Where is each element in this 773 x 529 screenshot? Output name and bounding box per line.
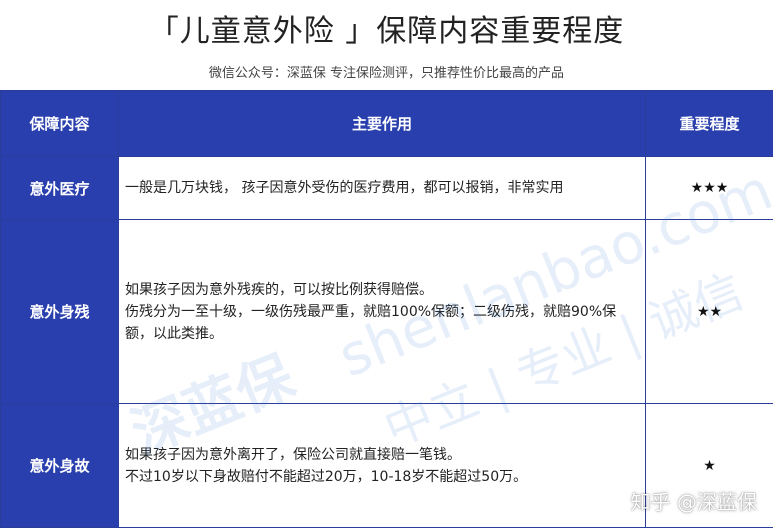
- importance-stars: ★★★: [645, 155, 773, 221]
- coverage-description: 如果孩子因为意外离开了，保险公司就直接赔一笔钱。 不过10岁以下身故赔付不能超过…: [118, 403, 646, 528]
- column-header-function: 主要作用: [118, 90, 646, 157]
- coverage-table: 保障内容 主要作用 重要程度 意外医疗 一般是几万块钱， 孩子因意外受伤的医疗费…: [0, 90, 773, 528]
- table-row: 意外身残 如果孩子因为意外残疾的，可以按比例获得赔偿。 伤残分为一至十级，一级伤…: [0, 219, 773, 405]
- column-header-importance: 重要程度: [645, 90, 773, 157]
- column-header-coverage: 保障内容: [0, 90, 119, 157]
- page-title: 「儿童意外险 」保障内容重要程度: [148, 14, 625, 49]
- description-line: 一般是几万块钱， 孩子因意外受伤的医疗费用，都可以报销，非常实用: [125, 180, 564, 197]
- description-line: 不过10岁以下身故赔付不能超过20万，10-18岁不能超过50万。: [125, 468, 528, 485]
- importance-stars: ★: [645, 403, 773, 528]
- table-row: 意外医疗 一般是几万块钱， 孩子因意外受伤的医疗费用，都可以报销，非常实用 ★★…: [0, 155, 773, 221]
- table-header-row: 保障内容 主要作用 重要程度: [0, 90, 773, 157]
- description-line: 伤残分为一至十级，一级伤残最严重，就赔100%保额；二级伤残，就赔90%保额，以…: [125, 303, 617, 342]
- importance-stars: ★★: [645, 219, 773, 405]
- coverage-item: 意外身残: [0, 219, 119, 405]
- description-line: 如果孩子因为意外离开了，保险公司就直接赔一笔钱。: [125, 446, 461, 463]
- coverage-description: 一般是几万块钱， 孩子因意外受伤的医疗费用，都可以报销，非常实用: [118, 155, 646, 221]
- coverage-description: 如果孩子因为意外残疾的，可以按比例获得赔偿。 伤残分为一至十级，一级伤残最严重，…: [118, 219, 646, 405]
- page-subtitle: 微信公众号：深蓝保 专注保险测评，只推荐性价比最高的产品: [208, 66, 565, 81]
- coverage-item: 意外身故: [0, 403, 119, 528]
- coverage-item: 意外医疗: [0, 155, 119, 221]
- table-row: 意外身故 如果孩子因为意外离开了，保险公司就直接赔一笔钱。 不过10岁以下身故赔…: [0, 403, 773, 528]
- description-line: 如果孩子因为意外残疾的，可以按比例获得赔偿。: [125, 281, 433, 298]
